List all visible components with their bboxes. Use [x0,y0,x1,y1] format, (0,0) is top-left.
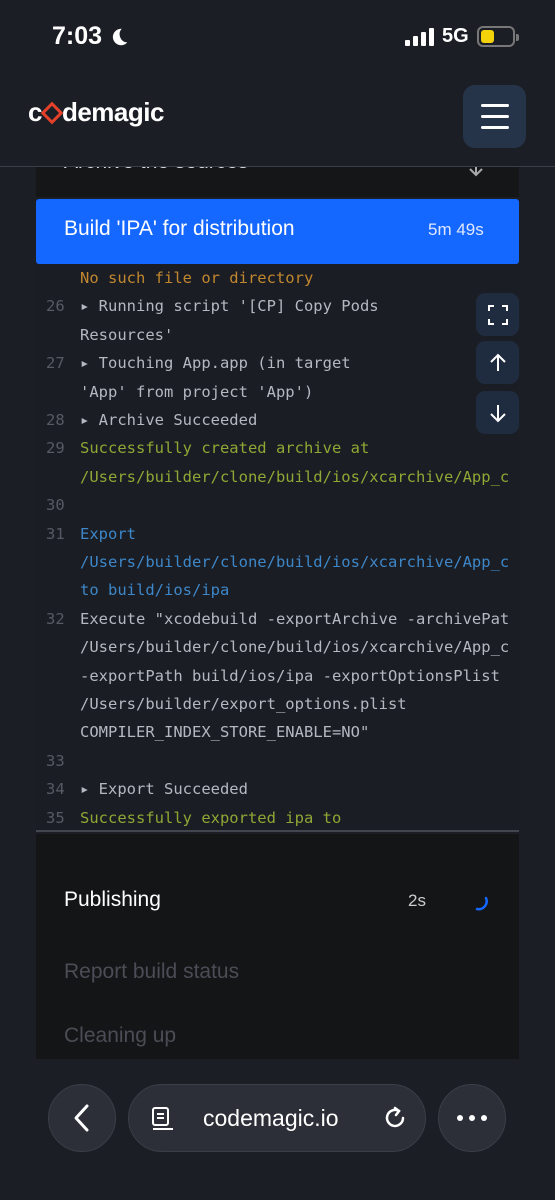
reader-icon [152,1107,173,1130]
log-line: 33 [36,747,519,775]
loading-spinner-icon [475,896,488,911]
log-line-number: 35 [46,808,65,827]
log-line: 27 ▸ Touching App.app (in target [36,349,519,377]
fullscreen-button[interactable] [476,293,519,336]
menu-icon [480,104,509,107]
log-line-text: to build/ios/ipa [80,581,230,600]
log-line: 30 [36,491,519,519]
step-label: Build 'IPA' for distribution [64,217,295,240]
log-line-number: 33 [46,751,65,770]
publishing-duration: 2s [408,891,426,910]
log-line-number: 29 [46,439,65,458]
log-line: 32 Execute "xcodebuild -exportArchive -ar… [36,605,519,633]
log-line-text: Successfully created archive at [80,439,370,458]
log-line: 26 ▸ Running script '[CP] Copy Pods [36,292,519,320]
log-line-text: ▸ Touching App.app (in target [80,354,351,373]
log-line-number: 31 [46,524,65,543]
step-report-build-status[interactable]: Report build status [64,960,239,984]
log-line-number: 34 [46,780,65,799]
log-line-number: 28 [46,411,65,429]
battery-icon [477,26,519,47]
log-line: 35 Successfully exported ipa to [36,804,519,830]
log-line-text: COMPILER_INDEX_STORE_ENABLE=NO" [80,723,370,742]
log-line-text: Execute "xcodebuild -exportArchive -arch… [80,609,510,628]
signal-icon [405,28,434,46]
log-line-text: -exportPath build/ios/ipa -exportOptions… [80,666,500,685]
logo-text-right: demagic [61,97,165,127]
ellipsis-icon [457,1115,487,1121]
step-duration: 5m 49s [428,220,484,239]
log-line-text: Resources' [80,325,174,344]
chevron-left-icon [74,1104,89,1132]
log-line-text: /Users/builder/clone/build/ios/xcarchive… [80,467,510,486]
log-line-text: Export [80,524,136,543]
log-line: No such file or directory [36,264,519,292]
log-line: /Users/builder/export_options.plist [36,690,519,718]
address-bar[interactable]: codemagic.io [128,1084,426,1152]
remaining-steps: Publishing 2s Report build status Cleani… [36,834,519,1059]
reload-icon[interactable] [382,1105,408,1131]
battery-fill [481,30,494,43]
log-line-text: /Users/builder/export_options.plist [80,695,407,713]
log-line-number: 32 [46,609,65,628]
step-cleaning-up[interactable]: Cleaning up [64,1024,176,1048]
more-options-button[interactable] [438,1084,506,1152]
log-line: 28 ▸ Archive Succeeded [36,406,519,434]
moon-icon [112,28,128,45]
log-line: Resources' [36,321,519,349]
log-line-number: 27 [46,354,65,373]
build-log[interactable]: No such file or directory 26 ▸ Running scr… [36,264,519,832]
log-line-text: 'App' from project 'App') [80,382,314,401]
url-text: codemagic.io [203,1105,339,1131]
network-type: 5G [442,25,469,47]
log-line-text: /Users/builder/clone/build/ios/xcarchive… [80,638,510,657]
log-line-text: No such file or directory [80,269,314,287]
status-bar: 7:03 5G [0,0,555,75]
arrow-down-icon [489,404,506,422]
site-header: c demagic [0,75,555,167]
arrow-up-icon [489,353,506,371]
step-publishing[interactable]: Publishing [64,888,161,912]
log-line-text: /Users/builder/clone/build/ios/xcarchive… [80,553,510,571]
log-line-number: 30 [46,496,65,515]
log-line: /Users/builder/clone/build/ios/xcarchive… [36,633,519,661]
codemagic-logo[interactable]: c demagic [28,97,164,128]
scroll-down-button[interactable] [476,391,519,434]
log-line: to build/ios/ipa [36,576,519,604]
scroll-up-button[interactable] [476,341,519,384]
log-line: 29 Successfully created archive at [36,434,519,462]
log-line: 31 Export [36,520,519,548]
step-build-ipa[interactable]: Build 'IPA' for distribution 5m 49s [36,199,519,264]
time-text: 7:03 [52,22,103,50]
log-line-text: ▸ Running script '[CP] Copy Pods [80,297,379,316]
log-line: /Users/builder/clone/build/ios/xcarchive… [36,463,519,491]
log-line-text: ▸ Export Succeeded [80,780,248,799]
browser-toolbar: codemagic.io [0,1060,555,1200]
log-line: /Users/builder/clone/build/ios/xcarchive… [36,548,519,576]
logo-diamond-icon [40,101,64,124]
log-line: 'App' from project 'App') [36,378,519,406]
log-line-text: ▸ Archive Succeeded [80,411,258,429]
log-line-number: 26 [46,297,65,316]
log-line: 34 ▸ Export Succeeded [36,775,519,803]
back-button[interactable] [48,1084,116,1152]
hamburger-menu-button[interactable] [463,85,526,148]
fullscreen-icon [487,304,508,325]
log-line: -exportPath build/ios/ipa -exportOptions… [36,662,519,690]
log-line-text: Successfully exported ipa to [80,808,342,827]
log-line: COMPILER_INDEX_STORE_ENABLE=NO" [36,718,519,746]
status-time: 7:03 [52,22,130,51]
